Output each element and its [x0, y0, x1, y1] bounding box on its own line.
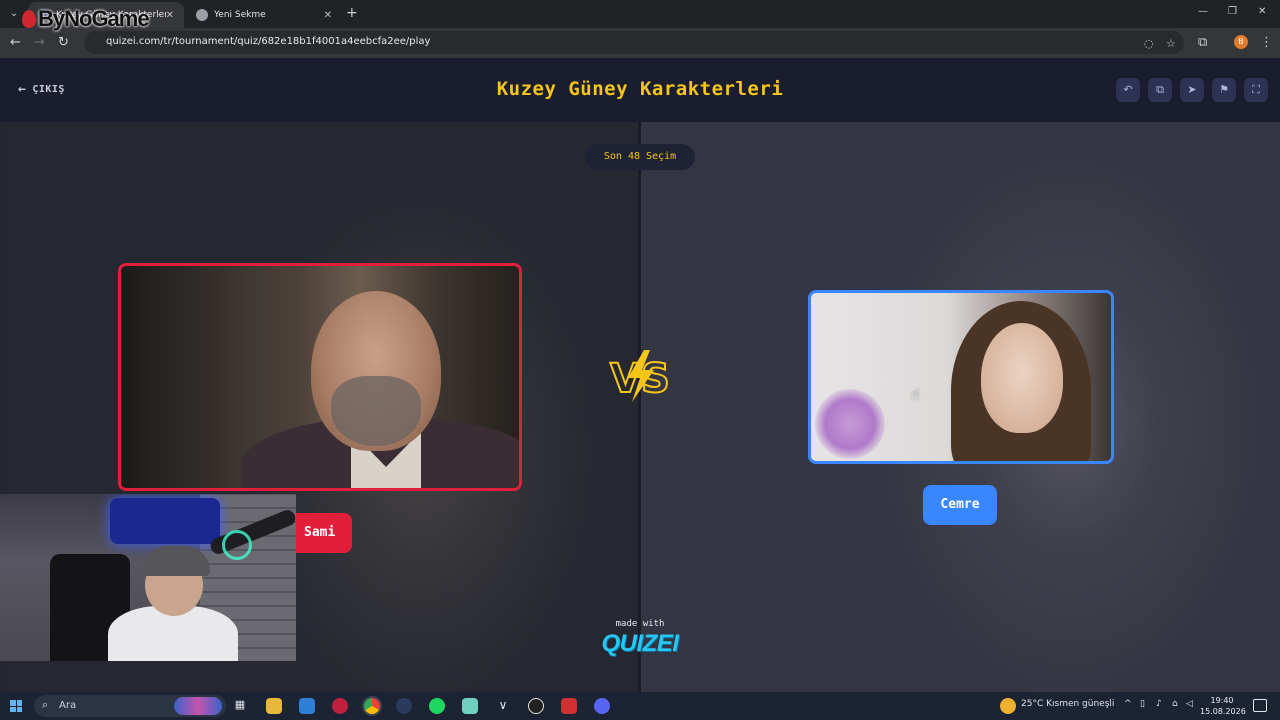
undo-button[interactable]: ↶	[1116, 78, 1140, 102]
profile-avatar[interactable]: B	[1234, 35, 1248, 49]
address-bar: ← → ↻ quizei.com/tr/tournament/quiz/682e…	[0, 28, 1280, 58]
task-view-icon[interactable]: ▦	[232, 698, 248, 714]
watermark-drop-icon	[22, 10, 36, 28]
taskbar-clock[interactable]: 19:40 15.08.2026	[1200, 695, 1246, 717]
streamer-watermark-logo: ByNoGame	[22, 6, 150, 32]
round-badge: Son 48 Seçim	[585, 144, 695, 170]
chrome-icon[interactable]	[364, 698, 380, 714]
restore-icon[interactable]: ❐	[1228, 6, 1237, 17]
tab-title: Yeni Sekme	[214, 10, 266, 20]
share-button[interactable]: ⧉	[1148, 78, 1172, 102]
recorder-icon[interactable]	[561, 698, 577, 714]
url-text[interactable]: quizei.com/tr/tournament/quiz/682e18b1f4…	[106, 36, 430, 47]
more-menu-icon[interactable]: ⋮	[1260, 35, 1273, 50]
device-icon[interactable]: ▯	[1140, 699, 1145, 709]
quiz-header: ← ÇIKIŞ Kuzey Güney Karakterleri ↶ ⧉ ➤ ⚑…	[0, 58, 1280, 122]
webcam-overlay	[0, 494, 296, 661]
watermark-text: ByNoGame	[38, 6, 150, 31]
weather-sun-icon[interactable]	[1000, 698, 1016, 714]
discord-icon[interactable]	[594, 698, 610, 714]
taskbar-search[interactable]: ⌕ Ara	[34, 695, 226, 717]
tab-search-chevron-icon[interactable]: ⌄	[6, 6, 22, 22]
volume-icon[interactable]: ◁	[1186, 699, 1193, 709]
streamer-cap	[142, 546, 210, 576]
opera-icon[interactable]	[332, 698, 348, 714]
made-with-label: made with	[615, 619, 665, 629]
forward-icon[interactable]: →	[34, 35, 45, 50]
search-icon: ⌕	[42, 698, 49, 711]
vscode-icon[interactable]: ∨	[495, 698, 511, 714]
flag-icon: ⚑	[1219, 83, 1229, 96]
microphone-ring-light	[222, 530, 252, 560]
neon-sign	[110, 498, 220, 544]
notepad-icon[interactable]	[462, 698, 478, 714]
left-choice-card[interactable]	[118, 263, 522, 491]
tab-new[interactable]: Yeni Sekme ✕	[186, 2, 342, 28]
windows-taskbar: ⌕ Ara ▦ ∨ 25°C Kısmen güneşli ^ ▯ ♪ ⌂ ◁ …	[0, 692, 1280, 720]
extensions-icon[interactable]: ⧉	[1198, 35, 1207, 50]
quizei-logo[interactable]: QUIZEI	[590, 630, 690, 658]
right-choice-card[interactable]: ☝	[808, 290, 1114, 464]
fullscreen-button[interactable]: ⛶	[1244, 78, 1268, 102]
steam-icon[interactable]	[396, 698, 412, 714]
spotify-icon[interactable]	[429, 698, 445, 714]
tray-overflow-icon[interactable]: ^	[1124, 699, 1132, 709]
page-title: Kuzey Güney Karakterleri	[496, 78, 784, 100]
clock-date: 15.08.2026	[1200, 707, 1246, 716]
outlook-icon[interactable]	[299, 698, 315, 714]
bookmark-star-icon[interactable]: ☆	[1166, 37, 1176, 50]
orchid-flower	[815, 389, 885, 459]
hand-cursor-icon: ☝	[911, 387, 920, 403]
character-face	[981, 323, 1063, 433]
close-tab-icon[interactable]: ✕	[166, 10, 174, 21]
file-explorer-icon[interactable]	[266, 698, 282, 714]
report-button[interactable]: ⚑	[1212, 78, 1236, 102]
character-beard	[331, 376, 421, 446]
network-icon[interactable]: ⌂	[1172, 699, 1178, 709]
close-window-icon[interactable]: ✕	[1258, 6, 1266, 17]
clock-time: 19:40	[1210, 696, 1234, 705]
minimize-icon[interactable]: —	[1198, 6, 1208, 17]
vs-lightning-icon: VS	[609, 350, 671, 403]
windows-start-icon[interactable]	[10, 700, 22, 712]
search-highlight-image	[174, 697, 222, 715]
search-placeholder: Ara	[59, 700, 77, 711]
weather-text[interactable]: 25°C Kısmen güneşli	[1021, 699, 1114, 709]
microphone-icon[interactable]: ♪	[1156, 699, 1162, 709]
obs-icon[interactable]	[528, 698, 544, 714]
browser-tab-strip: ⌄ Kuzey Güney Karakterleri - Tier ✕ Yeni…	[0, 0, 1280, 28]
hidden-eye-icon[interactable]: ◌	[1144, 37, 1154, 50]
new-tab-icon[interactable]: +	[346, 5, 358, 21]
chrome-favicon-icon	[196, 9, 208, 21]
back-icon[interactable]: ←	[10, 35, 21, 50]
close-tab-icon[interactable]: ✕	[324, 10, 332, 21]
share-icon: ⧉	[1156, 83, 1164, 96]
notification-icon[interactable]	[1253, 699, 1267, 712]
omnibox[interactable]: quizei.com/tr/tournament/quiz/682e18b1f4…	[84, 31, 1184, 54]
right-choice-name-button[interactable]: Cemre	[923, 485, 997, 525]
send-icon: ➤	[1187, 83, 1197, 96]
undo-icon: ↶	[1123, 83, 1133, 96]
reload-icon[interactable]: ↻	[58, 35, 69, 50]
send-button[interactable]: ➤	[1180, 78, 1204, 102]
fullscreen-icon: ⛶	[1252, 83, 1260, 96]
